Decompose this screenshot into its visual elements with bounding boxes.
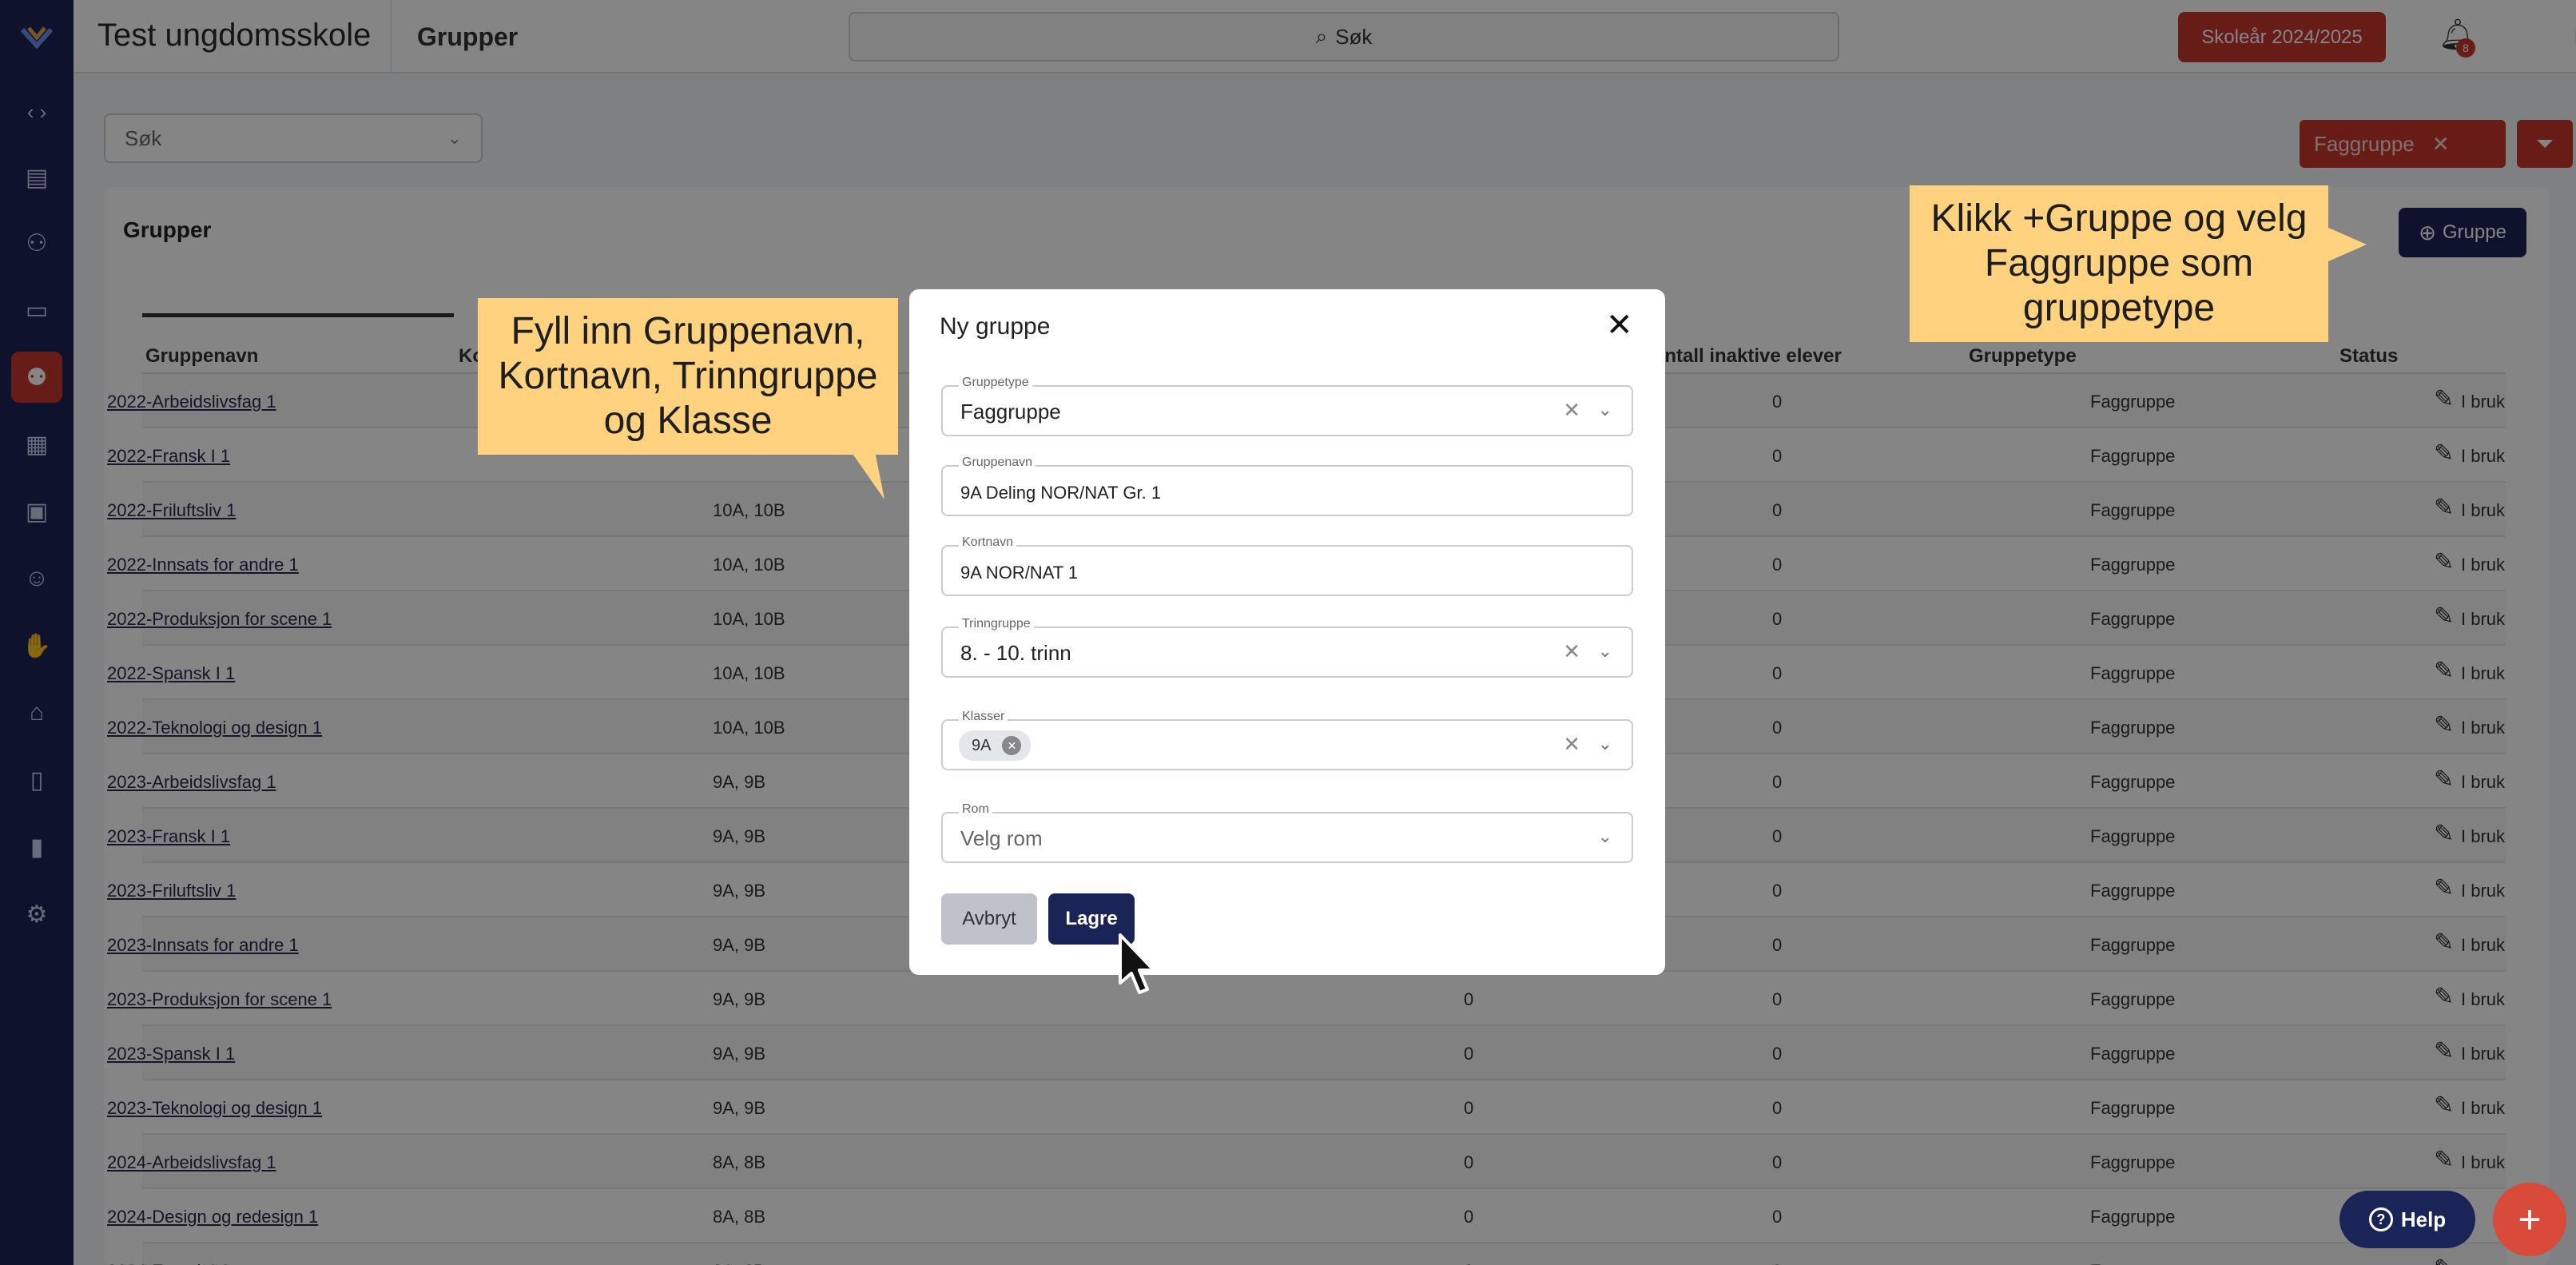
gruppetype-select[interactable]: Gruppetype Faggruppe ✕ ⌄	[941, 376, 1633, 436]
gruppenavn-value: 9A Deling NOR/NAT Gr. 1	[960, 483, 1162, 503]
trinngruppe-value: 8. - 10. trinn	[960, 641, 1071, 665]
field-label: Kortnavn	[959, 535, 1017, 550]
chevron-down-icon[interactable]: ⌄	[1598, 826, 1612, 847]
gruppetype-value: Faggruppe	[960, 400, 1061, 424]
klasser-multiselect[interactable]: Klasser 9A ✕ ✕ ⌄	[941, 710, 1633, 770]
trinngruppe-select[interactable]: Trinngruppe 8. - 10. trinn ✕ ⌄	[941, 617, 1633, 678]
new-group-dialog: Ny gruppe ✕ Gruppetype Faggruppe ✕ ⌄ Gru…	[909, 289, 1665, 975]
class-chip-label: 9A	[972, 736, 992, 754]
clear-icon[interactable]: ✕	[1563, 398, 1580, 423]
remove-chip-icon[interactable]: ✕	[1002, 736, 1022, 755]
help-button[interactable]: ? Help	[2339, 1191, 2475, 1248]
field-label: Gruppenavn	[959, 455, 1036, 470]
clear-icon[interactable]: ✕	[1563, 639, 1580, 664]
chevron-down-icon[interactable]: ⌄	[1598, 400, 1612, 420]
gruppenavn-input[interactable]: Gruppenavn 9A Deling NOR/NAT Gr. 1	[941, 455, 1633, 516]
cancel-button[interactable]: Avbryt	[941, 893, 1037, 945]
kortnavn-value: 9A NOR/NAT 1	[960, 563, 1079, 583]
question-icon: ?	[2368, 1207, 2393, 1231]
field-label: Klasser	[959, 710, 1008, 724]
rom-placeholder: Velg rom	[960, 826, 1043, 850]
dialog-title: Ny gruppe	[940, 313, 1051, 340]
field-label: Gruppetype	[959, 376, 1032, 390]
field-label: Rom	[959, 802, 992, 817]
clear-icon[interactable]: ✕	[1563, 732, 1580, 757]
chevron-down-icon[interactable]: ⌄	[1598, 641, 1612, 662]
instruction-callout-left: Fyll inn Gruppenavn, Kortnavn, Trinngrup…	[478, 298, 898, 455]
instruction-callout-right: Klikk +Gruppe og velg Faggruppe som grup…	[1910, 185, 2367, 342]
chevron-down-icon[interactable]: ⌄	[1598, 734, 1612, 754]
kortnavn-input[interactable]: Kortnavn 9A NOR/NAT 1	[941, 535, 1633, 596]
class-chip: 9A ✕	[959, 730, 1032, 761]
close-icon[interactable]: ✕	[1606, 307, 1633, 344]
field-label: Trinngruppe	[959, 617, 1034, 631]
add-fab-button[interactable]: +	[2493, 1183, 2566, 1256]
help-label: Help	[2400, 1207, 2447, 1231]
mouse-cursor-icon	[1119, 933, 1155, 994]
rom-select[interactable]: Rom Velg rom ⌄	[941, 802, 1633, 863]
